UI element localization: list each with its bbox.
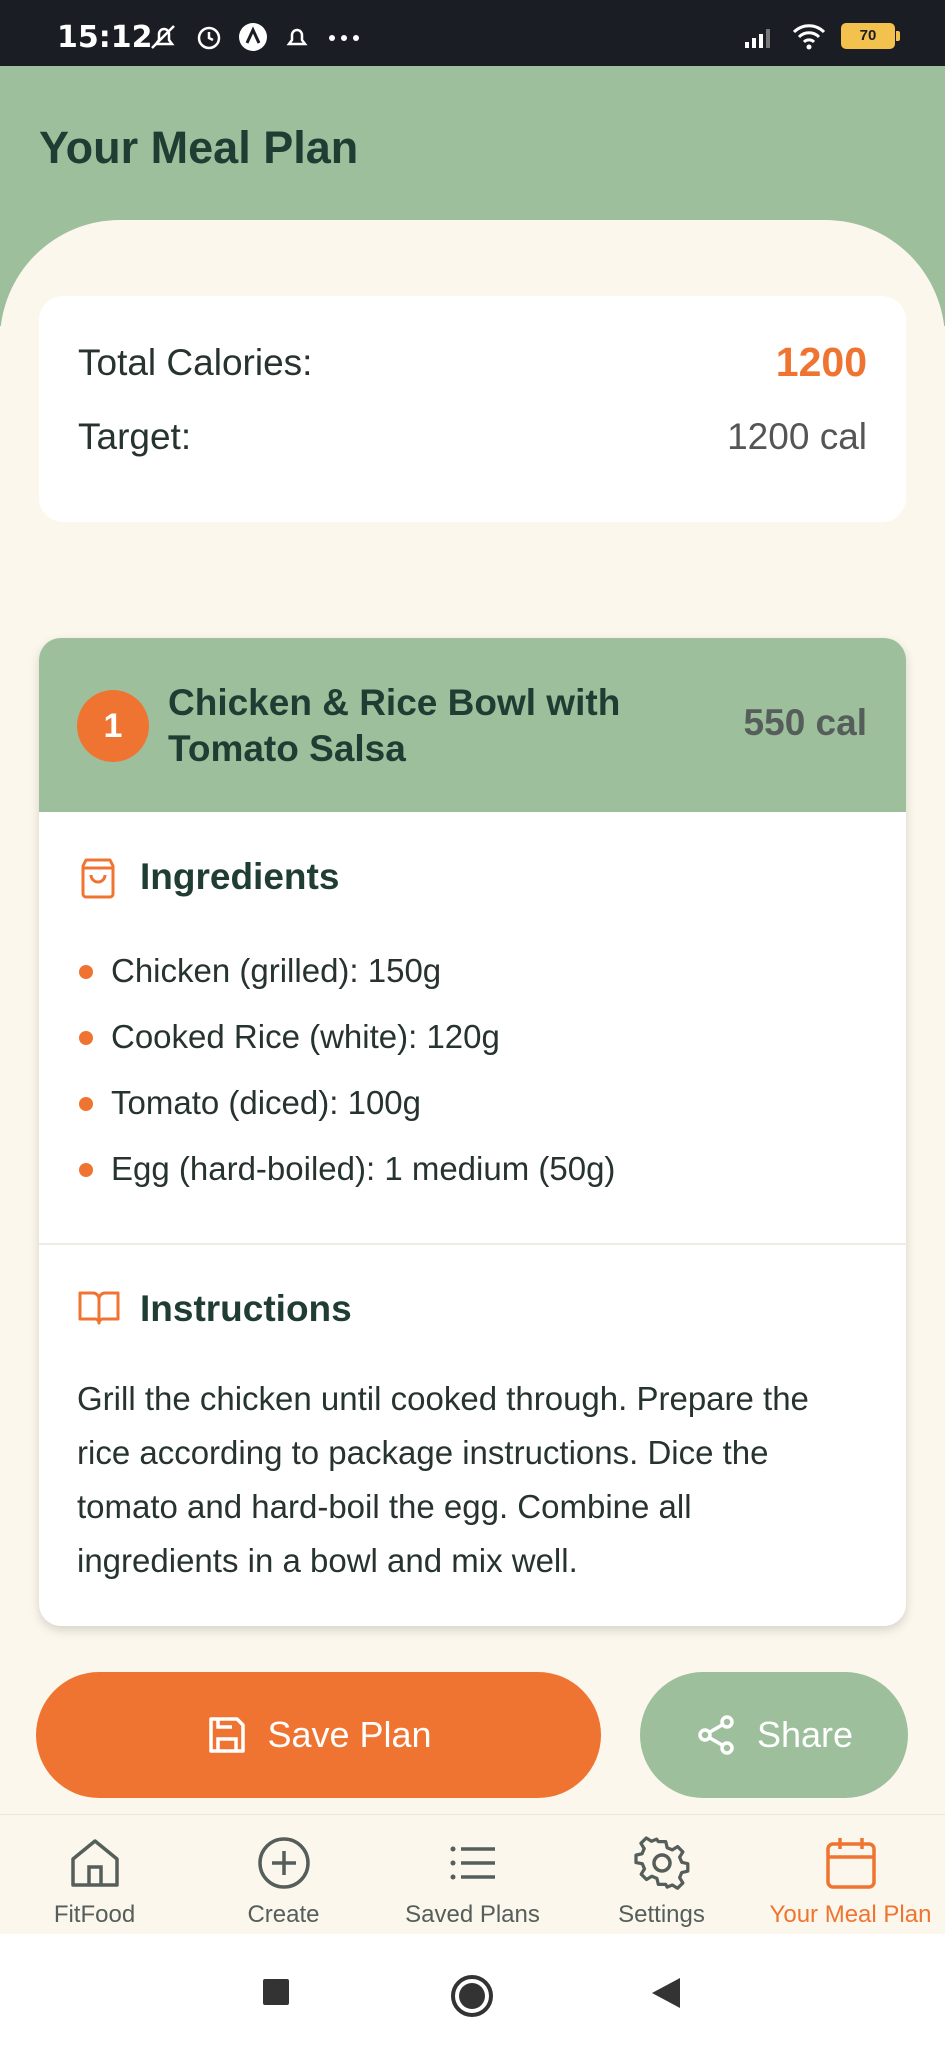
meal-title: Chicken & Rice Bowl with Tomato Salsa (168, 682, 621, 769)
instructions-heading: Instructions (140, 1288, 352, 1329)
status-bar: 15:12 70 (0, 0, 945, 66)
app-logo-icon (239, 23, 267, 51)
save-plan-label: Save Plan (267, 1714, 432, 1755)
status-icons-right: 70 (743, 22, 900, 50)
system-navigation-bar (0, 1934, 945, 2048)
plus-circle-icon (257, 1837, 310, 1889)
total-calories-label: Total Calories: (78, 342, 313, 383)
list-icon (450, 1846, 495, 1880)
nav-label: Saved Plans (405, 1901, 540, 1928)
home-icon (70, 1839, 119, 1887)
target-value: 1200 cal (727, 416, 867, 457)
ingredients-heading: Ingredients (140, 856, 340, 897)
alarm-icon (197, 26, 221, 50)
home-button-icon[interactable] (450, 1974, 494, 2018)
share-icon (698, 1715, 734, 1755)
list-item: Cooked Rice (white): 120g (77, 1004, 615, 1070)
recents-button-icon[interactable] (262, 1978, 290, 2006)
nav-label: Settings (618, 1901, 705, 1928)
share-button[interactable]: Share (640, 1672, 908, 1798)
save-plan-button[interactable]: Save Plan (36, 1672, 601, 1798)
shopping-bag-icon (81, 858, 115, 899)
bottom-navigation: FitFood Create Saved Plans Settings Your… (0, 1814, 945, 1935)
list-item: Egg (hard-boiled): 1 medium (50g) (77, 1136, 615, 1202)
calorie-summary-card: Total Calories: 1200 Target: 1200 cal (39, 296, 906, 522)
status-icons-left (148, 22, 362, 52)
meal-number-badge: 1 (77, 690, 149, 762)
mute-notification-icon (151, 25, 175, 49)
target-label: Target: (78, 416, 192, 457)
gear-icon (633, 1836, 689, 1890)
nav-item-create[interactable]: Create (189, 1815, 378, 1935)
nav-item-settings[interactable]: Settings (567, 1815, 756, 1935)
wifi-icon (792, 24, 826, 50)
nav-item-fitfood[interactable]: FitFood (0, 1815, 189, 1935)
meal-calories: 550 cal (743, 702, 867, 743)
list-item: Tomato (diced): 100g (77, 1070, 615, 1136)
bell-icon (286, 28, 308, 46)
page-title: Your Meal Plan (39, 122, 359, 173)
calendar-icon (825, 1838, 876, 1889)
section-divider (39, 1243, 906, 1245)
nav-item-your-meal-plan[interactable]: Your Meal Plan (756, 1815, 945, 1935)
signal-icon (745, 29, 770, 48)
back-button-icon[interactable] (650, 1976, 682, 2010)
nav-label: Create (247, 1901, 320, 1928)
open-book-icon (78, 1291, 120, 1325)
list-item: Chicken (grilled): 150g (77, 938, 615, 1004)
nav-item-saved-plans[interactable]: Saved Plans (378, 1815, 567, 1935)
ingredients-list: Chicken (grilled): 150g Cooked Rice (whi… (77, 938, 615, 1202)
share-label: Share (756, 1714, 854, 1755)
nav-label: FitFood (53, 1901, 136, 1928)
instructions-text: Grill the chicken until cooked through. … (77, 1380, 809, 1579)
meal-card: 1 Chicken & Rice Bowl with Tomato Salsa … (39, 638, 906, 1626)
battery-indicator: 70 (841, 23, 900, 49)
status-time: 15:12 (57, 20, 153, 55)
save-icon (209, 1717, 246, 1753)
meal-header: 1 Chicken & Rice Bowl with Tomato Salsa … (39, 638, 906, 812)
more-icon (329, 35, 359, 41)
nav-label: Your Meal Plan (769, 1901, 932, 1928)
total-calories-value: 1200 (775, 339, 867, 385)
